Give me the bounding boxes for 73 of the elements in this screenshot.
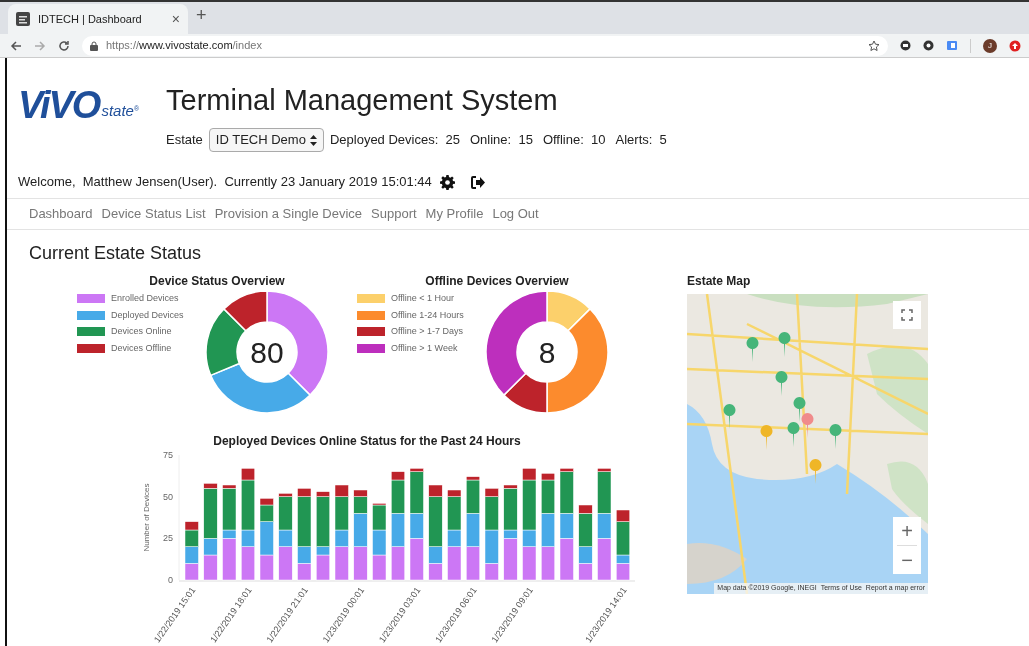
reload-icon[interactable]: [58, 39, 70, 52]
section-title: Current Estate Status: [28, 242, 203, 264]
tab-title: IDTECH | Dashboard: [38, 11, 143, 27]
bookmark-star-icon[interactable]: [868, 39, 880, 52]
axis-tick-label: 0: [168, 575, 173, 585]
fullscreen-icon: [901, 309, 913, 321]
bar-segment: [466, 513, 480, 547]
legend-label: Offline > 1-7 Days: [391, 325, 464, 338]
legend-label: Offline 1-24 Hours: [391, 308, 464, 322]
legend-swatch: [357, 343, 385, 353]
browser-tab[interactable]: IDTECH | Dashboard ×: [8, 4, 188, 34]
settings-icon[interactable]: [439, 174, 455, 190]
axis-tick-label: 25: [163, 533, 173, 544]
site-favicon-icon: [16, 12, 30, 26]
nav-link[interactable]: Dashboard: [29, 204, 93, 224]
nav-link[interactable]: Device Status List: [101, 204, 206, 224]
chart-title: Device Status Overview: [148, 273, 286, 290]
axis-tick-label: 75: [163, 450, 173, 460]
nav-link[interactable]: Support: [371, 204, 417, 224]
legend-label: Offline > 1 Week: [391, 341, 458, 355]
axis-tick-label: 50: [163, 491, 173, 502]
back-icon[interactable]: [10, 39, 22, 52]
nav-link[interactable]: Provision a Single Device: [214, 204, 363, 224]
zoom-out-button[interactable]: −: [893, 546, 921, 574]
nav-link[interactable]: My Profile: [425, 204, 484, 224]
logout-icon[interactable]: [470, 175, 486, 189]
legend-swatch: [77, 310, 105, 320]
bar-segment: [372, 529, 387, 556]
donut-total: 8: [538, 334, 556, 371]
lock-icon: [90, 40, 98, 51]
nav-link[interactable]: Log Out: [492, 204, 539, 224]
legend-swatch: [357, 294, 385, 304]
new-tab-button[interactable]: +: [196, 2, 207, 29]
extension-icon[interactable]: [900, 40, 911, 51]
fullscreen-button[interactable]: [893, 301, 921, 329]
address-bar[interactable]: https://www.vivostate.com/index: [82, 35, 888, 56]
legend-swatch: [77, 343, 105, 353]
bar-segment: [391, 546, 405, 581]
bar-segment: [541, 546, 555, 581]
legend-label: Devices Offline: [111, 341, 172, 355]
bar-segment: [353, 546, 368, 581]
estate-select[interactable]: ID TECH Demo: [208, 128, 324, 152]
stat-text: Deployed Devices: 25: [329, 131, 460, 150]
stat-text: Online: 15: [470, 131, 533, 150]
chart-title: Deployed Devices Online Status for the Past 24 Hours: [213, 433, 521, 448]
legend-label: Devices Online: [111, 325, 172, 338]
legend-swatch: [357, 310, 385, 320]
legend-swatch: [77, 327, 105, 337]
bar-segment: [259, 554, 274, 581]
select-arrows-icon: [309, 134, 317, 146]
bar-segment: [466, 546, 480, 581]
zoom-in-button[interactable]: +: [893, 517, 921, 545]
legend-swatch: [357, 327, 385, 337]
tab-close-button[interactable]: ×: [171, 8, 180, 30]
legend-swatch: [77, 294, 105, 304]
stat-text: Alerts: 5: [615, 131, 667, 150]
page-title: Terminal Management System: [166, 83, 559, 118]
donut-total: 80: [250, 334, 284, 371]
estate-label: Estate: [166, 131, 203, 150]
bar-segment: [372, 554, 387, 581]
map-title: Estate Map: [687, 273, 752, 290]
profile-avatar[interactable]: J: [983, 38, 997, 53]
bar-segment: [391, 513, 405, 547]
legend-label: Enrolled Devices: [111, 292, 179, 305]
bar-segment: [541, 513, 555, 547]
stat-text: Offline: 10: [542, 131, 606, 150]
extension-icon[interactable]: [923, 40, 934, 51]
url-text: https://www.vivostate.com/index: [106, 38, 263, 54]
welcome-text: Welcome, Matthew Jensen(User). Currently 23 January 2019 15:01:44: [18, 173, 432, 192]
axis-title: Number of Devices: [142, 483, 151, 552]
legend-label: Deployed Devices: [111, 308, 184, 322]
chart-title: Offline Devices Overview: [424, 273, 570, 290]
legend-label: Offline < 1 Hour: [391, 292, 455, 305]
